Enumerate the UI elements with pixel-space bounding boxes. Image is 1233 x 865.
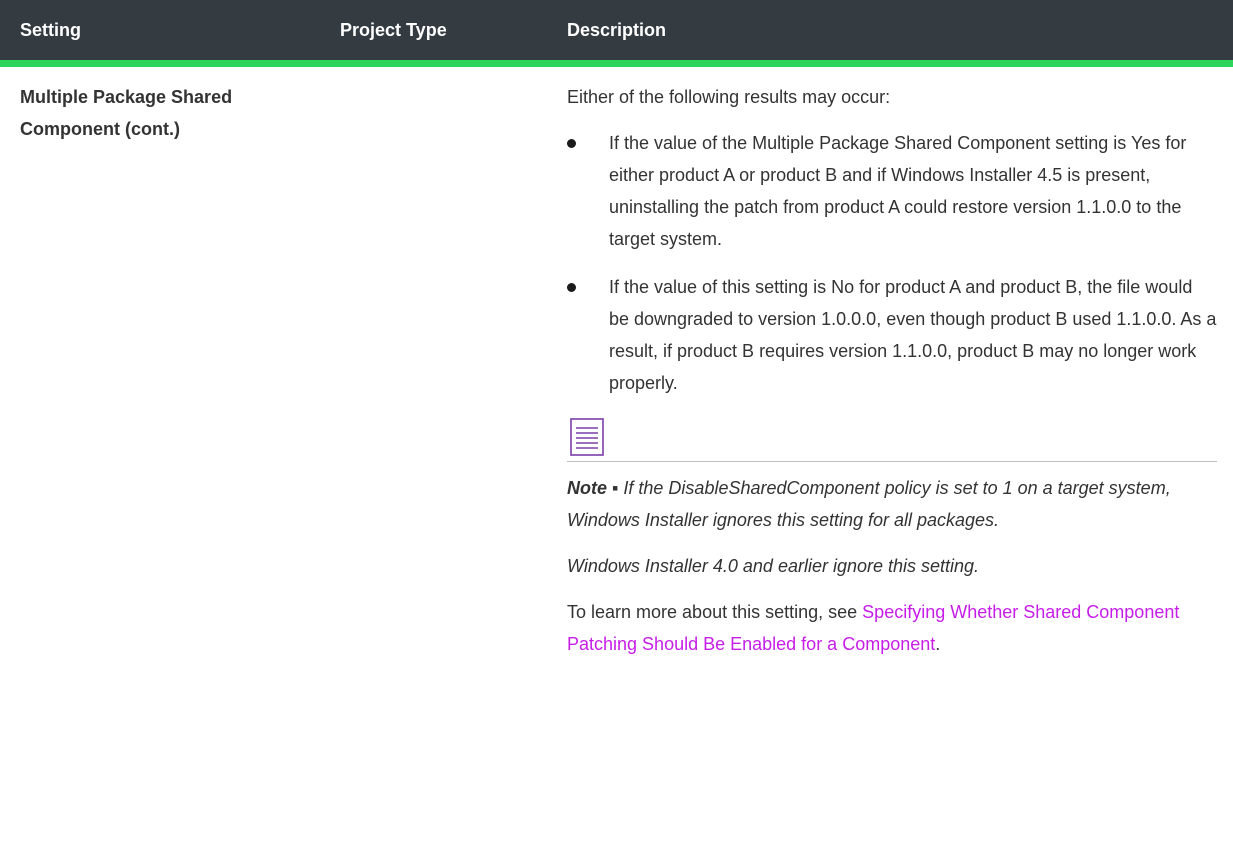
description-cell: Either of the following results may occu… xyxy=(567,81,1217,674)
setting-name: Multiple Package Shared Component (cont.… xyxy=(20,87,233,139)
note-extra: Windows Installer 4.0 and earlier ignore… xyxy=(567,556,980,576)
header-description: Description xyxy=(567,20,667,40)
results-list: If the value of the Multiple Package Sha… xyxy=(567,127,1217,399)
table-header: Setting Project Type Description xyxy=(0,0,1233,67)
note-divider xyxy=(567,415,1217,462)
list-item: If the value of the Multiple Package Sha… xyxy=(567,127,1217,255)
note-label: Note ▪ xyxy=(567,478,619,498)
settings-table: Setting Project Type Description Multipl… xyxy=(0,0,1233,654)
header-setting: Setting xyxy=(20,20,81,40)
learn-more-suffix: . xyxy=(935,634,941,654)
learn-more-prefix: To learn more about this setting, see xyxy=(567,602,863,622)
learn-more: To learn more about this setting, see Sp… xyxy=(567,596,1217,660)
list-item-text: If the value of this setting is No for p… xyxy=(609,277,1217,393)
bullet-icon xyxy=(567,139,576,148)
note-body: If the DisableSharedComponent policy is … xyxy=(567,478,1171,530)
note-icon xyxy=(570,418,604,456)
note-text: Note ▪ If the DisableSharedComponent pol… xyxy=(567,472,1217,536)
header-project-type: Project Type xyxy=(340,20,447,40)
list-item: If the value of this setting is No for p… xyxy=(567,271,1217,399)
list-item-text: If the value of the Multiple Package Sha… xyxy=(609,133,1187,249)
description-intro: Either of the following results may occu… xyxy=(567,87,891,107)
bullet-icon xyxy=(567,283,576,292)
